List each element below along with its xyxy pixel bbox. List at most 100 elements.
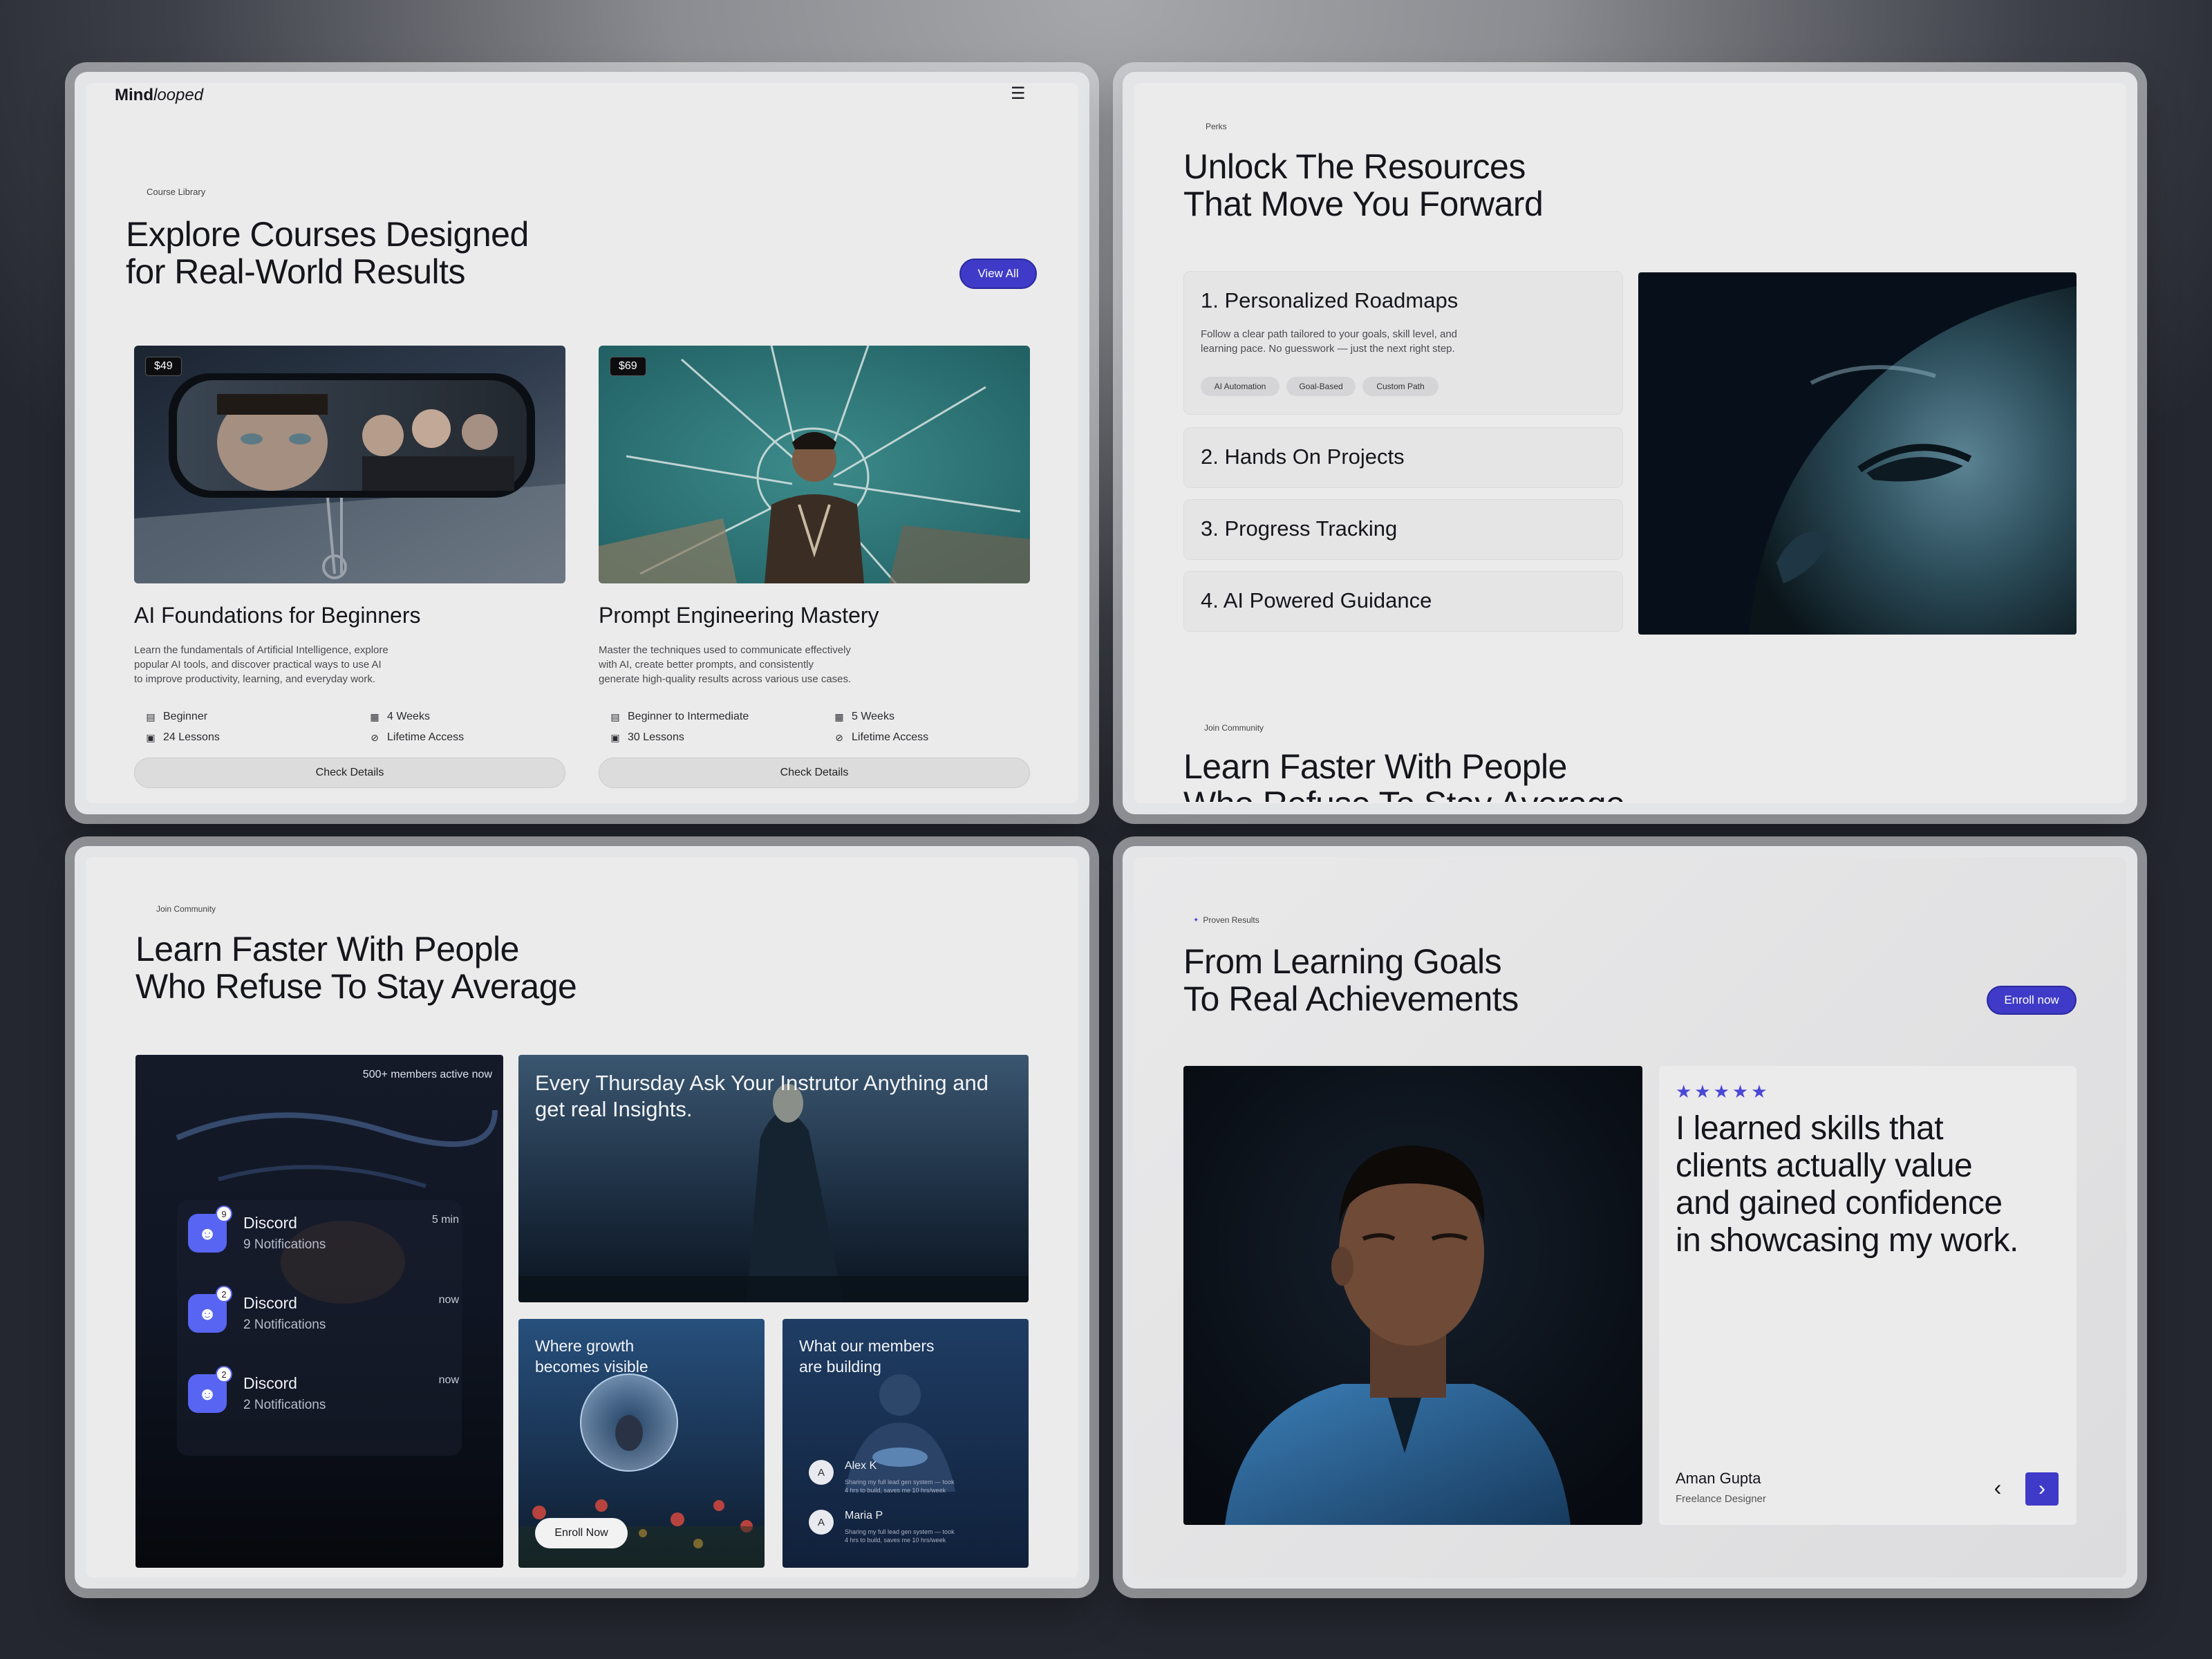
member-name: Alex K — [845, 1460, 877, 1472]
notification-item[interactable]: ☻ 2 Discord 2 Notifications now — [188, 1280, 459, 1352]
thursday-qa-tile[interactable]: Every Thursday Ask Your Instrutor Anythi… — [518, 1055, 1029, 1302]
check-details-button[interactable]: Check Details — [599, 758, 1030, 788]
notification-item[interactable]: ☻ 9 Discord 9 Notifications 5 min — [188, 1200, 459, 1272]
text-line: Every Thursday Ask Your Instrutor Anythi… — [535, 1071, 988, 1095]
course-description: Master the techniques used to communicat… — [599, 643, 930, 686]
notification-app: Discord — [243, 1374, 297, 1392]
rating-stars: ★★★★★ — [1676, 1081, 1770, 1102]
course-level: ▤ Beginner — [145, 711, 207, 723]
check-circle-icon: ⊘ — [371, 731, 379, 743]
title-line: From Learning Goals — [1183, 942, 1502, 981]
member-post[interactable]: A Maria P Sharing my full lead gen syste… — [809, 1510, 988, 1551]
eye-closeup-image — [1638, 272, 2077, 635]
discord-notifications-tile: 500+ members active now ☻ 9 Discord 9 No… — [135, 1055, 503, 1568]
check-details-button[interactable]: Check Details — [134, 758, 565, 788]
price-badge: $69 — [610, 357, 646, 376]
meta-text: Lifetime Access — [387, 731, 465, 743]
notification-app: Discord — [243, 1294, 297, 1312]
course-description: Learn the fundamentals of Artificial Int… — [134, 643, 466, 686]
broken-glass-photo — [599, 346, 1030, 583]
view-all-button[interactable]: View All — [959, 259, 1037, 289]
avatar: A — [809, 1460, 834, 1485]
course-image[interactable]: $69 — [599, 346, 1030, 583]
meta-text: 30 Lessons — [628, 731, 684, 743]
notification-badge: 2 — [216, 1286, 232, 1302]
avatar: A — [809, 1510, 834, 1535]
desc-line: learning pace. No guesswork — just the n… — [1201, 343, 1455, 355]
perk-item-tracking[interactable]: 3. Progress Tracking — [1183, 499, 1623, 560]
meta-text: 4 Weeks — [387, 711, 430, 722]
title-line: To Real Achievements — [1183, 980, 1519, 1018]
perk-item-roadmaps[interactable]: 1. Personalized Roadmaps Follow a clear … — [1183, 271, 1623, 415]
testimonial-quote: I learned skills that clients actually v… — [1676, 1110, 2063, 1259]
text-line: becomes visible — [535, 1358, 648, 1376]
desc-line: Follow a clear path tailored to your goa… — [1201, 328, 1458, 340]
car-mirror-photo — [134, 346, 565, 583]
course-title[interactable]: AI Foundations for Beginners — [134, 603, 420, 628]
meta-text: Beginner — [163, 711, 208, 722]
level-icon: ▤ — [146, 711, 156, 722]
title-line: Learn Faster With People — [135, 930, 519, 968]
perk-item-projects[interactable]: 2. Hands On Projects — [1183, 427, 1623, 488]
member-name: Maria P — [845, 1510, 883, 1521]
level-icon: ▤ — [610, 711, 620, 722]
building-text: What our members are building — [799, 1335, 935, 1377]
title-line: Who Refuse To Stay Average — [1183, 785, 1625, 802]
enroll-now-button[interactable]: Enroll now — [1987, 986, 2077, 1015]
notification-app: Discord — [243, 1214, 297, 1232]
note-line: 4 hrs to build, saves me 10 hrs/week — [845, 1537, 946, 1544]
course-duration: ▦ 5 Weeks — [834, 711, 894, 723]
perk-tag: Custom Path — [1362, 377, 1438, 396]
testimonial-portrait — [1183, 1066, 1642, 1525]
growth-tile: Where growth becomes visible Enroll Now — [518, 1319, 765, 1568]
enroll-now-button[interactable]: Enroll Now — [535, 1518, 628, 1548]
quote-line: clients actually value — [1676, 1147, 1973, 1184]
notification-item[interactable]: ☻ 2 Discord 2 Notifications now — [188, 1360, 459, 1432]
course-access: ⊘ Lifetime Access — [369, 731, 464, 744]
perk-title: 2. Hands On Projects — [1201, 444, 1405, 469]
face-photo — [1638, 272, 2077, 635]
community-title: Learn Faster With People Who Refuse To S… — [1183, 748, 1625, 802]
brand-logo[interactable]: Mindlooped — [115, 86, 203, 105]
community-eyebrow: Join Community — [156, 904, 216, 914]
community-eyebrow: Join Community — [1204, 723, 1264, 733]
perk-title: 1. Personalized Roadmaps — [1201, 288, 1459, 312]
title-line: Unlock The Resources — [1183, 147, 1526, 186]
menu-icon[interactable]: ☰ — [1011, 86, 1026, 102]
course-title[interactable]: Prompt Engineering Mastery — [599, 603, 879, 628]
perks-eyebrow: Perks — [1206, 122, 1227, 131]
note-line: Sharing my full lead gen system — took — [845, 1479, 955, 1485]
video-icon: ▣ — [146, 731, 156, 743]
brand-main: Mind — [115, 86, 153, 104]
results-eyebrow: ✦ Proven Results — [1193, 915, 1259, 925]
member-note: Sharing my full lead gen system — took 4… — [845, 1478, 983, 1494]
desc-line: popular AI tools, and discover practical… — [134, 659, 382, 671]
growth-text: Where growth becomes visible — [535, 1335, 648, 1377]
testimonial-author: Aman Gupta — [1676, 1470, 1761, 1487]
course-image[interactable]: $49 — [134, 346, 565, 583]
title-line: for Real-World Results — [126, 252, 466, 291]
title-line: Learn Faster With People — [1183, 748, 1567, 786]
members-active-label: 500+ members active now — [362, 1069, 492, 1080]
perk-item-guidance[interactable]: 4. AI Powered Guidance — [1183, 571, 1623, 632]
meta-text: 5 Weeks — [852, 711, 894, 722]
meta-text: Lifetime Access — [852, 731, 929, 743]
notification-count: 9 Notifications — [243, 1237, 326, 1252]
chevron-left-icon[interactable]: ‹ — [1983, 1472, 2013, 1503]
course-library-title: Explore Courses Designed for Real-World … — [126, 216, 529, 290]
desc-line: Learn the fundamentals of Artificial Int… — [134, 644, 388, 656]
eyebrow-text: Proven Results — [1203, 915, 1259, 925]
results-title: From Learning Goals To Real Achievements — [1183, 943, 1519, 1018]
meta-text: 24 Lessons — [163, 731, 220, 743]
course-lessons: ▣ 30 Lessons — [610, 731, 684, 744]
notification-time: now — [438, 1294, 459, 1306]
notification-badge: 2 — [216, 1366, 232, 1382]
chevron-right-icon[interactable]: › — [2025, 1472, 2059, 1506]
member-note: Sharing my full lead gen system — took 4… — [845, 1528, 983, 1544]
title-line: Explore Courses Designed — [126, 215, 529, 254]
member-post[interactable]: A Alex K Sharing my full lead gen system… — [809, 1460, 988, 1501]
thursday-qa-text: Every Thursday Ask Your Instrutor Anythi… — [535, 1070, 1019, 1123]
desc-line: generate high-quality results across var… — [599, 673, 852, 685]
course-lessons: ▣ 24 Lessons — [145, 731, 220, 744]
notification-count: 2 Notifications — [243, 1398, 326, 1412]
